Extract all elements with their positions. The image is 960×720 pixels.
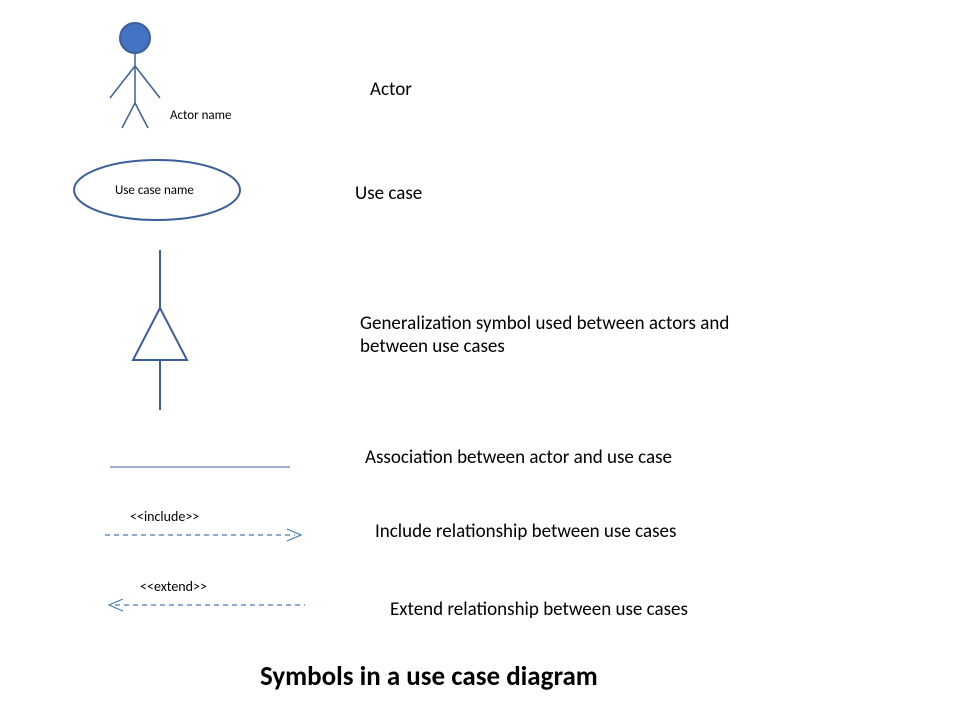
extend-dashed-arrow-icon: [105, 598, 305, 612]
association-symbol: [110, 455, 290, 459]
association-line-icon: [110, 465, 290, 469]
actor-symbol-label: Actor name: [170, 108, 231, 123]
extend-symbol: [105, 598, 305, 612]
extend-desc: Extend relationship between use cases: [390, 598, 688, 621]
page-title: Symbols in a use case diagram: [260, 660, 598, 693]
generalization-triangle-icon: [125, 250, 195, 410]
usecase-symbol-label: Use case name: [115, 183, 194, 198]
include-symbol: [105, 528, 305, 542]
include-stereotype: <<include>>: [130, 508, 199, 525]
extend-stereotype: <<extend>>: [140, 578, 207, 595]
generalization-symbol: [125, 250, 195, 410]
association-desc: Association between actor and use case: [365, 446, 672, 469]
usecase-desc: Use case: [355, 182, 422, 205]
actor-desc: Actor: [370, 78, 412, 101]
include-desc: Include relationship between use cases: [375, 520, 676, 543]
include-dashed-arrow-icon: [105, 528, 305, 542]
generalization-desc: Generalization symbol used between actor…: [360, 312, 780, 358]
